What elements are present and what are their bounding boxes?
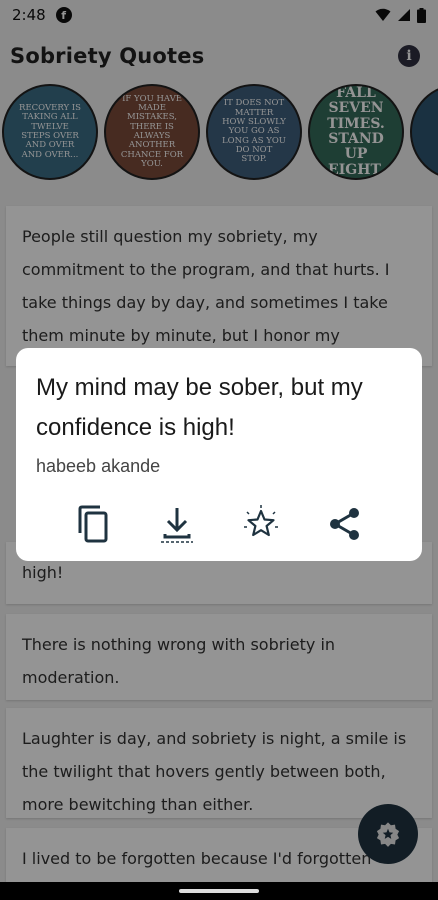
share-button[interactable]	[325, 504, 365, 544]
download-icon	[161, 508, 193, 543]
download-button[interactable]	[157, 504, 197, 544]
dialog-author: habeeb akande	[36, 456, 161, 476]
home-handle[interactable]	[179, 889, 259, 893]
dialog-actions	[16, 500, 422, 546]
share-icon	[330, 508, 359, 540]
favorite-button[interactable]	[241, 504, 281, 544]
copy-icon	[78, 505, 108, 543]
quote-dialog: My mind may be sober, but my confidence …	[16, 348, 422, 561]
copy-button[interactable]	[73, 504, 113, 544]
dialog-quote-text: My mind may be sober, but my confidence …	[36, 374, 363, 441]
star-outline-icon	[244, 505, 278, 537]
system-nav-bar	[0, 882, 438, 900]
